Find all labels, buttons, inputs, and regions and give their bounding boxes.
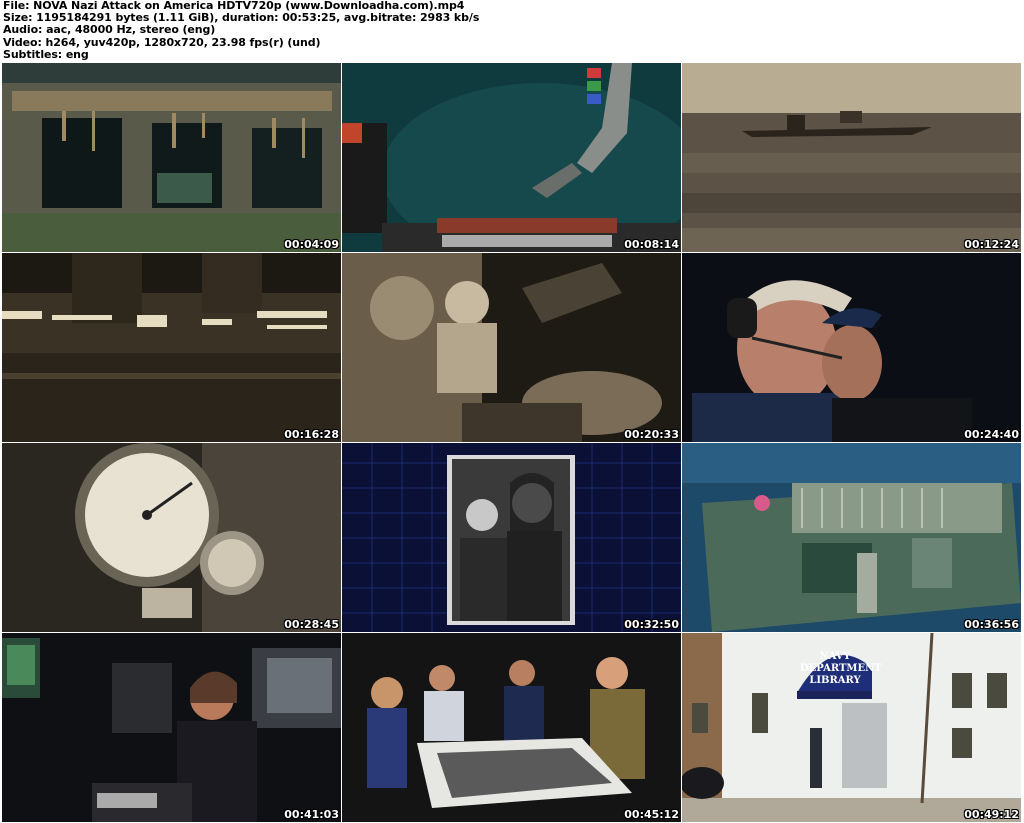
thumbnail-12: NAVY DEPARTMENT LIBRARY 00:49:12 bbox=[682, 633, 1021, 822]
thumbnail-8: 00:32:50 bbox=[342, 443, 681, 632]
thumbnail-10-image bbox=[2, 633, 341, 822]
timestamp: 00:24:40 bbox=[964, 428, 1019, 441]
timestamp: 00:41:03 bbox=[284, 808, 339, 821]
thumbnail-1-image bbox=[2, 63, 341, 252]
timestamp: 00:20:33 bbox=[624, 428, 679, 441]
file-info-header: File: NOVA Nazi Attack on America HDTV72… bbox=[3, 0, 1021, 62]
thumbnail-3-image bbox=[682, 63, 1021, 252]
thumbnail-6: 00:24:40 bbox=[682, 253, 1021, 442]
thumbnail-2-image bbox=[342, 63, 681, 252]
thumbnail-7: 00:28:45 bbox=[2, 443, 341, 632]
thumbnail-11-image bbox=[342, 633, 681, 822]
thumbnail-10: 00:41:03 bbox=[2, 633, 341, 822]
audio-info-line: Audio: aac, 48000 Hz, stereo (eng) bbox=[3, 23, 216, 37]
thumbnail-4: 00:16:28 bbox=[2, 253, 341, 442]
timestamp: 00:36:56 bbox=[964, 618, 1019, 631]
thumbnail-5-image bbox=[342, 253, 681, 442]
thumbnail-11: 00:45:12 bbox=[342, 633, 681, 822]
thumbnail-9: 00:36:56 bbox=[682, 443, 1021, 632]
thumbnail-1: 00:04:09 bbox=[2, 63, 341, 252]
timestamp: 00:08:14 bbox=[624, 238, 679, 251]
timestamp: 00:12:24 bbox=[964, 238, 1019, 251]
subtitles-info-line: Subtitles: eng bbox=[3, 47, 89, 61]
library-sign: NAVY DEPARTMENT LIBRARY bbox=[800, 651, 882, 686]
thumbnail-6-image bbox=[682, 253, 1021, 442]
video-info-line: Video: h264, yuv420p, 1280x720, 23.98 fp… bbox=[3, 35, 321, 49]
thumbnail-9-image bbox=[682, 443, 1021, 632]
timestamp: 00:04:09 bbox=[284, 238, 339, 251]
thumbnail-8-image bbox=[342, 443, 681, 632]
thumbnail-grid: 00:04:09 00:08:14 00:12:24 00:16:28 00:2… bbox=[2, 63, 1022, 822]
timestamp: 00:28:45 bbox=[284, 618, 339, 631]
timestamp: 00:16:28 bbox=[284, 428, 339, 441]
timestamp: 00:32:50 bbox=[624, 618, 679, 631]
thumbnail-7-image bbox=[2, 443, 341, 632]
thumbnail-3: 00:12:24 bbox=[682, 63, 1021, 252]
thumbnail-4-image bbox=[2, 253, 341, 442]
timestamp: 00:49:12 bbox=[964, 808, 1019, 821]
timestamp: 00:45:12 bbox=[624, 808, 679, 821]
thumbnail-2: 00:08:14 bbox=[342, 63, 681, 252]
thumbnail-5: 00:20:33 bbox=[342, 253, 681, 442]
